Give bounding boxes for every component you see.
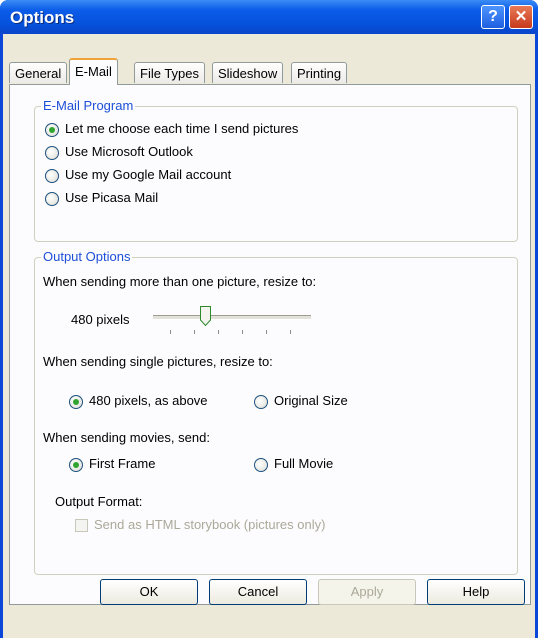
window-title: Options xyxy=(10,8,75,27)
email-program-group: E-Mail Program Let me choose each time I… xyxy=(34,98,518,242)
resize-single-label: When sending single pictures, resize to: xyxy=(43,354,273,369)
resize-slider-thumb[interactable] xyxy=(199,306,211,326)
close-button[interactable]: ✕ xyxy=(509,5,533,29)
slider-tick xyxy=(218,330,219,334)
tab-general[interactable]: General xyxy=(9,62,68,83)
storybook-checkbox-label[interactable]: Send as HTML storybook (pictures only) xyxy=(94,517,325,532)
email-program-legend: E-Mail Program xyxy=(41,98,136,113)
output-format-label: Output Format: xyxy=(55,494,143,509)
email-tab-panel: E-Mail Program Let me choose each time I… xyxy=(9,84,531,605)
help-button[interactable]: Help xyxy=(427,579,525,605)
apply-button[interactable]: Apply xyxy=(318,579,416,605)
radio-first-frame[interactable] xyxy=(69,458,83,472)
radio-480-as-above[interactable] xyxy=(69,395,83,409)
radio-microsoft-outlook[interactable] xyxy=(45,146,59,160)
cancel-button[interactable]: Cancel xyxy=(209,579,307,605)
radio-picasa-mail-label[interactable]: Use Picasa Mail xyxy=(65,190,158,205)
slider-value-label: 480 pixels xyxy=(71,312,130,327)
radio-480-as-above-label[interactable]: 480 pixels, as above xyxy=(89,393,208,408)
radio-full-movie-label[interactable]: Full Movie xyxy=(274,456,333,471)
ok-button[interactable]: OK xyxy=(100,579,198,605)
slider-tick xyxy=(170,330,171,334)
output-options-group: Output Options When sending more than on… xyxy=(34,249,518,575)
tab-printing[interactable]: Printing xyxy=(291,62,348,83)
radio-original-size[interactable] xyxy=(254,395,268,409)
tab-email[interactable]: E-Mail xyxy=(69,58,118,85)
slider-tick xyxy=(266,330,267,334)
options-dialog: Options ? ✕ General E-Mail File Types Sl… xyxy=(0,0,538,638)
output-options-legend: Output Options xyxy=(41,249,133,264)
resize-multi-label: When sending more than one picture, resi… xyxy=(43,274,317,289)
tab-file-types[interactable]: File Types xyxy=(134,62,206,83)
movies-label: When sending movies, send: xyxy=(43,430,210,445)
slider-tick xyxy=(242,330,243,334)
slider-tick xyxy=(194,330,195,334)
radio-choose-each-time-label[interactable]: Let me choose each time I send pictures xyxy=(65,121,298,136)
radio-first-frame-label[interactable]: First Frame xyxy=(89,456,155,471)
radio-choose-each-time[interactable] xyxy=(45,123,59,137)
radio-full-movie[interactable] xyxy=(254,458,268,472)
slider-tick xyxy=(290,330,291,334)
dialog-body: General E-Mail File Types Slideshow Prin… xyxy=(3,34,535,638)
radio-google-mail[interactable] xyxy=(45,169,59,183)
radio-original-size-label[interactable]: Original Size xyxy=(274,393,348,408)
radio-picasa-mail[interactable] xyxy=(45,192,59,206)
radio-google-mail-label[interactable]: Use my Google Mail account xyxy=(65,167,231,182)
title-bar[interactable]: Options ? ✕ xyxy=(0,0,538,34)
tab-slideshow[interactable]: Slideshow xyxy=(212,62,284,83)
storybook-checkbox[interactable] xyxy=(75,519,88,532)
resize-slider-track[interactable] xyxy=(153,315,311,320)
help-title-button[interactable]: ? xyxy=(481,5,505,29)
radio-microsoft-outlook-label[interactable]: Use Microsoft Outlook xyxy=(65,144,193,159)
